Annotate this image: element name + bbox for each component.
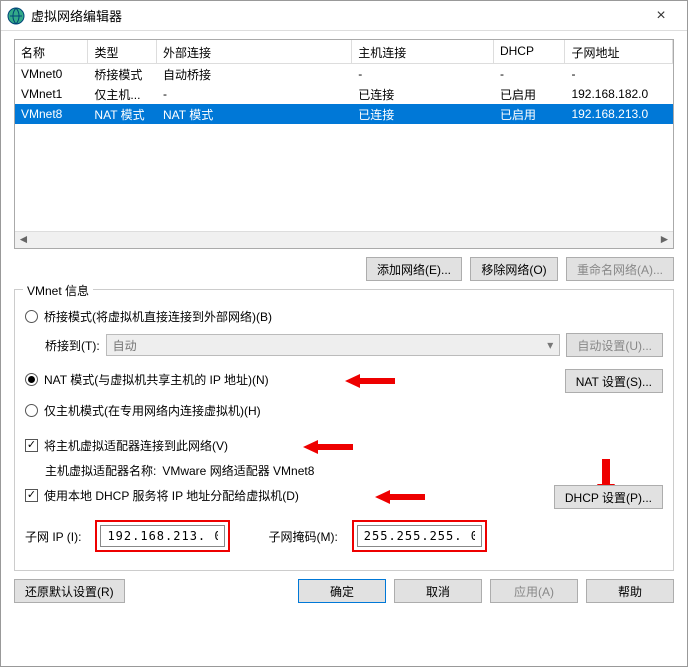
nat-settings-button[interactable]: NAT 设置(S)... [565, 369, 663, 393]
radio-nat-label: NAT 模式(与虚拟机共享主机的 IP 地址)(N) [44, 371, 269, 388]
radio-bridged-label: 桥接模式(将虚拟机直接连接到外部网络)(B) [44, 308, 272, 325]
th-name[interactable]: 名称 [15, 40, 88, 64]
bridge-to-label: 桥接到(T): [45, 337, 100, 354]
check-dhcp-label: 使用本地 DHCP 服务将 IP 地址分配给虚拟机(D) [44, 487, 299, 504]
check-dhcp-row[interactable]: 使用本地 DHCP 服务将 IP 地址分配给虚拟机(D) DHCP 设置(P).… [25, 487, 663, 504]
restore-defaults-button[interactable]: 还原默认设置(R) [14, 579, 125, 603]
radio-nat[interactable] [25, 373, 38, 386]
window-title: 虚拟网络编辑器 [31, 6, 641, 25]
th-host[interactable]: 主机连接 [352, 40, 494, 64]
dhcp-settings-button[interactable]: DHCP 设置(P)... [554, 485, 663, 509]
annotation-arrow-icon [375, 487, 425, 507]
apply-button: 应用(A) [490, 579, 578, 603]
network-buttons: 添加网络(E)... 移除网络(O) 重命名网络(A)... [14, 257, 674, 281]
th-ext[interactable]: 外部连接 [157, 40, 352, 64]
help-button[interactable]: 帮助 [586, 579, 674, 603]
titlebar: 虚拟网络编辑器 × [1, 1, 687, 31]
remove-network-button[interactable]: 移除网络(O) [470, 257, 558, 281]
radio-nat-row[interactable]: NAT 模式(与虚拟机共享主机的 IP 地址)(N) NAT 设置(S)... [25, 371, 663, 388]
subnet-ip-input[interactable] [100, 525, 225, 547]
vmnet-info-group: VMnet 信息 桥接模式(将虚拟机直接连接到外部网络)(B) 桥接到(T): … [14, 289, 674, 571]
group-legend: VMnet 信息 [23, 282, 93, 299]
rename-network-button: 重命名网络(A)... [566, 257, 674, 281]
adapter-name-value: VMware 网络适配器 VMnet8 [162, 462, 314, 479]
ok-button[interactable]: 确定 [298, 579, 386, 603]
subnet-row: 子网 IP (I): 子网掩码(M): [25, 520, 663, 552]
annotation-arrow-icon [345, 371, 395, 391]
adapter-name-row: 主机虚拟适配器名称: VMware 网络适配器 VMnet8 [25, 462, 663, 479]
footer: 还原默认设置(R) 确定 取消 应用(A) 帮助 [14, 579, 674, 603]
radio-bridged-row[interactable]: 桥接模式(将虚拟机直接连接到外部网络)(B) [25, 308, 663, 325]
annotation-highlight [95, 520, 230, 552]
radio-hostonly[interactable] [25, 404, 38, 417]
check-dhcp[interactable] [25, 489, 38, 502]
check-connect-label: 将主机虚拟适配器连接到此网络(V) [44, 437, 228, 454]
app-icon [7, 7, 25, 25]
annotation-arrow-icon [303, 437, 353, 457]
auto-settings-button: 自动设置(U)... [566, 333, 663, 357]
scrollbar-h[interactable]: ◄► [15, 231, 673, 248]
chevron-down-icon: ▾ [547, 338, 553, 352]
table-row[interactable]: VMnet8NAT 模式NAT 模式已连接已启用192.168.213.0 [15, 104, 673, 124]
bridge-to-select: 自动▾ [106, 334, 561, 356]
subnet-mask-label: 子网掩码(M): [268, 528, 337, 545]
radio-bridged[interactable] [25, 310, 38, 323]
annotation-highlight [352, 520, 487, 552]
close-icon[interactable]: × [641, 7, 681, 25]
table-header: 名称 类型 外部连接 主机连接 DHCP 子网地址 [15, 40, 673, 64]
th-type[interactable]: 类型 [88, 40, 157, 64]
radio-hostonly-label: 仅主机模式(在专用网络内连接虚拟机)(H) [44, 402, 261, 419]
th-dhcp[interactable]: DHCP [494, 40, 565, 64]
add-network-button[interactable]: 添加网络(E)... [366, 257, 462, 281]
bridge-to-row: 桥接到(T): 自动▾ 自动设置(U)... [25, 333, 663, 357]
check-connect[interactable] [25, 439, 38, 452]
radio-hostonly-row[interactable]: 仅主机模式(在专用网络内连接虚拟机)(H) [25, 402, 663, 419]
adapter-name-label: 主机虚拟适配器名称: [45, 462, 156, 479]
network-table: 名称 类型 外部连接 主机连接 DHCP 子网地址 VMnet0桥接模式自动桥接… [14, 39, 674, 249]
table-row[interactable]: VMnet0桥接模式自动桥接--- [15, 64, 673, 84]
cancel-button[interactable]: 取消 [394, 579, 482, 603]
th-subnet[interactable]: 子网地址 [565, 40, 673, 64]
check-connect-row[interactable]: 将主机虚拟适配器连接到此网络(V) [25, 437, 663, 454]
subnet-mask-input[interactable] [357, 525, 482, 547]
subnet-ip-label: 子网 IP (I): [25, 528, 81, 545]
table-row[interactable]: VMnet1仅主机...-已连接已启用192.168.182.0 [15, 84, 673, 104]
